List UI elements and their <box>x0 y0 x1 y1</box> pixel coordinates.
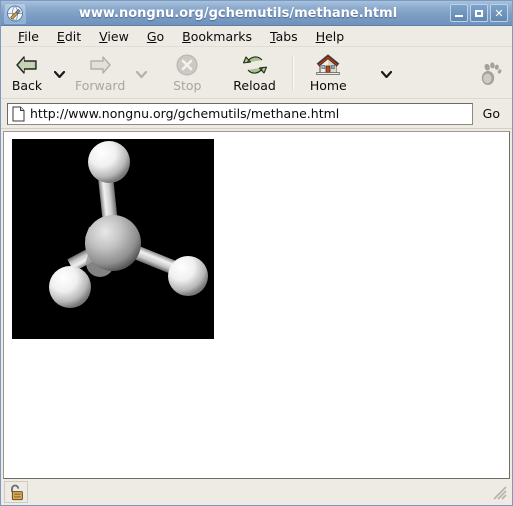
reload-icon <box>242 52 268 78</box>
page-viewport[interactable] <box>3 131 510 479</box>
menu-label-go: o <box>156 28 165 44</box>
chevron-down-icon <box>53 71 65 78</box>
menu-mnemonic: B <box>182 28 191 44</box>
menu-label-edit: dit <box>64 28 82 44</box>
close-button[interactable]: ✕ <box>490 4 508 22</box>
window-title: www.nongnu.org/gchemutils/methane.html <box>78 5 398 21</box>
minimize-icon <box>455 15 463 17</box>
viewport-wrapper <box>1 129 512 479</box>
menu-mnemonic: E <box>56 28 65 44</box>
close-icon: ✕ <box>494 6 504 20</box>
go-button[interactable]: Go <box>473 103 506 125</box>
document-icon <box>12 106 26 122</box>
menu-label-bookmarks: ookmarks <box>190 28 252 44</box>
maximize-button[interactable] <box>470 4 488 22</box>
maximize-icon <box>475 9 483 17</box>
gnome-footprint-logo <box>476 58 506 88</box>
toolbar-overflow-button[interactable] <box>377 49 397 97</box>
window-controls: ✕ <box>450 4 509 22</box>
menu-item-file[interactable]: File <box>9 26 48 47</box>
menu-label-tabs: abs <box>275 28 298 44</box>
security-indicator[interactable] <box>4 481 28 503</box>
forward-label: Forward <box>75 78 126 93</box>
forward-dropdown-button[interactable] <box>131 49 151 97</box>
browser-globe-icon[interactable] <box>4 2 26 24</box>
menu-item-help[interactable]: Help <box>307 26 354 47</box>
stop-label: Stop <box>173 78 202 93</box>
methane-molecule-image[interactable] <box>12 139 214 339</box>
menu-item-view[interactable]: View <box>90 26 138 47</box>
menu-label-file: ile <box>24 28 39 44</box>
back-dropdown-button[interactable] <box>49 49 69 97</box>
reload-label: Reload <box>233 78 276 93</box>
browser-window: www.nongnu.org/gchemutils/methane.html ✕… <box>0 0 513 506</box>
menu-bar: File Edit View Go Bookmarks Tabs Help <box>1 26 512 47</box>
resize-grip-icon[interactable] <box>490 483 508 501</box>
home-button[interactable]: Home <box>304 49 353 97</box>
padlock-open-icon <box>10 484 23 501</box>
reload-button[interactable]: Reload <box>227 49 282 97</box>
chevron-down-icon <box>135 71 147 78</box>
url-input[interactable]: http://www.nongnu.org/gchemutils/methane… <box>7 102 473 125</box>
arrow-left-icon <box>14 52 40 78</box>
back-button[interactable]: Back <box>5 49 49 97</box>
home-icon <box>314 52 342 78</box>
forward-button[interactable]: Forward <box>69 49 131 97</box>
navigation-toolbar: Back Forward Stop Reload Home <box>1 47 512 99</box>
menu-label-view: iew <box>107 28 129 44</box>
menu-mnemonic: G <box>146 28 157 44</box>
status-bar <box>1 479 512 505</box>
stop-circle-icon <box>175 52 199 78</box>
back-label: Back <box>11 78 43 93</box>
minimize-button[interactable] <box>450 4 468 22</box>
location-bar: http://www.nongnu.org/gchemutils/methane… <box>1 99 512 129</box>
chevron-down-icon <box>381 71 393 78</box>
toolbar-separator <box>291 55 294 90</box>
menu-item-bookmarks[interactable]: Bookmarks <box>173 26 261 47</box>
arrow-right-icon <box>87 52 113 78</box>
menu-item-tabs[interactable]: Tabs <box>261 26 307 47</box>
title-bar[interactable]: www.nongnu.org/gchemutils/methane.html ✕ <box>1 1 512 26</box>
menu-label-help: elp <box>325 28 345 44</box>
home-label: Home <box>309 78 347 93</box>
stop-button[interactable]: Stop <box>165 49 209 97</box>
menu-item-go[interactable]: Go <box>138 26 173 47</box>
url-text: http://www.nongnu.org/gchemutils/methane… <box>30 106 340 121</box>
menu-item-edit[interactable]: Edit <box>48 26 90 47</box>
menu-mnemonic: H <box>315 28 326 44</box>
